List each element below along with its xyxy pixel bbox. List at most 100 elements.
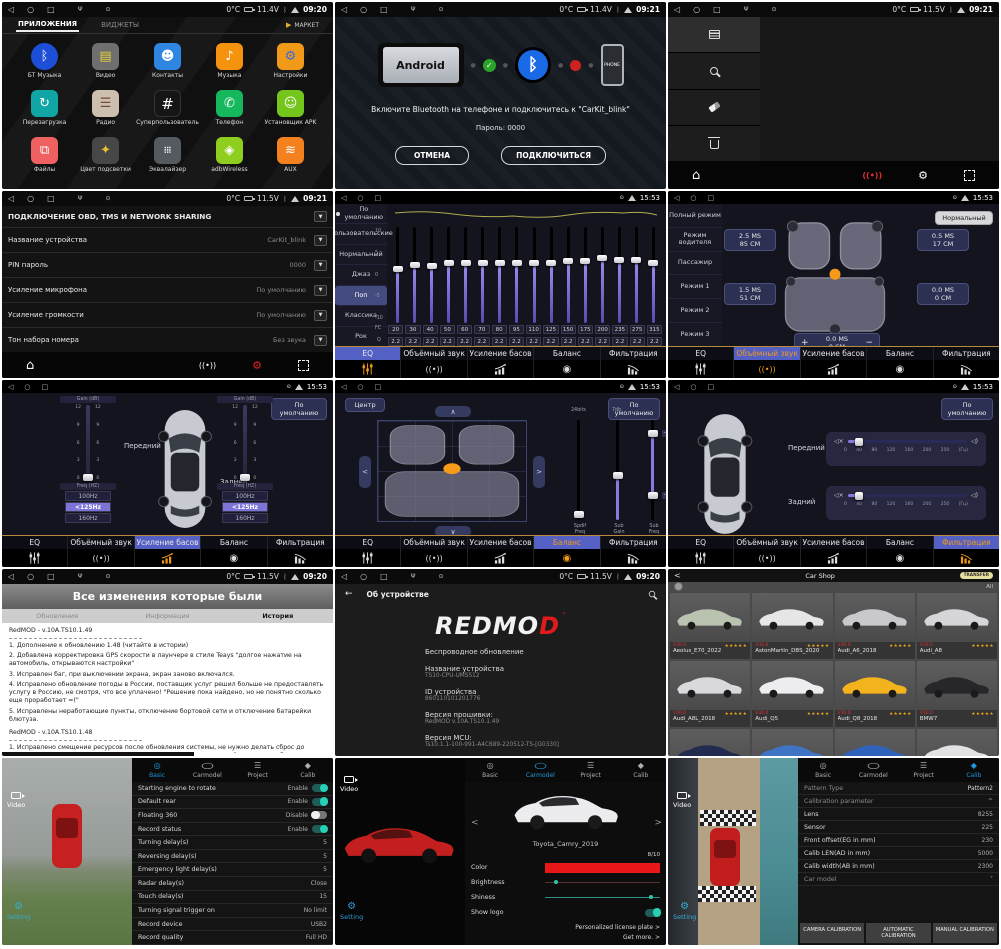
- eq-slider[interactable]: [389, 227, 406, 323]
- arrow-up-button[interactable]: ∧: [435, 406, 471, 417]
- car-card[interactable]: V30.0Audi_Q5★★★★★: [752, 661, 832, 727]
- car-card[interactable]: V30.0AstonMartin_DBS_2020★★★★★: [752, 593, 832, 659]
- tab-info[interactable]: Информация: [112, 612, 222, 620]
- eq-slider[interactable]: [423, 227, 440, 323]
- balance-icon[interactable]: ◉: [533, 549, 599, 567]
- transfer-button[interactable]: TRANSFER: [960, 572, 993, 579]
- surround-icon[interactable]: ((•)): [733, 549, 799, 567]
- changelog-body[interactable]: RedMOD - v.10A.TS10.1.49 1. Дополнение к…: [2, 623, 333, 753]
- settings-row[interactable]: Radar delay(s)Close: [132, 877, 333, 891]
- car-card[interactable]: V30.0Aeolus_E70_2022★★★★★: [670, 593, 750, 659]
- settings-row[interactable]: Calib LEN(AD in mm)5000: [798, 847, 999, 860]
- surround-icon[interactable]: ((•)): [733, 360, 799, 378]
- surround-icon[interactable]: ((•)): [400, 360, 466, 378]
- back-icon[interactable]: ◁: [674, 194, 679, 202]
- home-icon[interactable]: ○: [357, 383, 363, 391]
- eq-slider[interactable]: [440, 227, 457, 323]
- back-icon[interactable]: ◁: [8, 5, 14, 14]
- tab-carmodel[interactable]: ○Carmodel: [182, 761, 232, 779]
- settings-row[interactable]: Название устройстваCarKit_blink▼: [2, 228, 333, 253]
- tab-bass-filter[interactable]: Фильтрация басов: [933, 347, 999, 360]
- tab-project[interactable]: ☰Project: [233, 761, 283, 779]
- car-card[interactable]: [917, 729, 997, 756]
- app-contacts[interactable]: ☻Контакты: [136, 40, 199, 87]
- slider-track[interactable]: [848, 440, 967, 443]
- setting-overlay-button[interactable]: ⚙Setting: [340, 900, 363, 921]
- tab-surround[interactable]: Объёмный звук: [400, 347, 466, 360]
- home-button[interactable]: ⌂: [26, 358, 34, 373]
- settings-row[interactable]: Calibration parameter^: [798, 795, 999, 808]
- recents-icon[interactable]: □: [47, 5, 55, 14]
- connect-button[interactable]: ПОДКЛЮЧИТЬСЯ: [501, 146, 606, 165]
- back-icon[interactable]: ◁: [341, 383, 346, 391]
- license-plate-link[interactable]: Personalized license plate >: [575, 924, 660, 931]
- slider-handle[interactable]: [855, 438, 863, 446]
- bass-boost-icon[interactable]: [467, 360, 533, 378]
- settings-row[interactable]: Reversing delay(s)5: [132, 850, 333, 864]
- app-radio[interactable]: ☰Радио: [75, 87, 136, 134]
- settings-row[interactable]: Тон набора номераБез звука▼: [2, 328, 333, 353]
- tab-bass-boost[interactable]: Усиление басов: [467, 347, 533, 360]
- tab-balance[interactable]: Баланс: [866, 347, 932, 360]
- camera-calibration-button[interactable]: CAMERA CALIBRATION: [800, 923, 864, 943]
- bass-filter-icon[interactable]: [933, 549, 999, 567]
- bass-filter-icon[interactable]: [933, 360, 999, 378]
- slider-handle[interactable]: [574, 511, 584, 518]
- recents-icon[interactable]: □: [375, 194, 382, 202]
- slider-handle-high[interactable]: [648, 430, 658, 437]
- delay-front-left[interactable]: 2.5 MS85 CM: [724, 229, 776, 251]
- tab-apps[interactable]: ПРИЛОЖЕНИЯ: [16, 18, 79, 32]
- settings-row[interactable]: Turning delay(s)5: [132, 836, 333, 850]
- settings-row[interactable]: Pattern TypePattern2: [798, 782, 999, 795]
- dropdown-icon[interactable]: ▼: [314, 285, 327, 296]
- bass-filter-icon[interactable]: [600, 360, 666, 378]
- tab-calib[interactable]: ◆Calib: [949, 761, 999, 779]
- rear-gain-slider[interactable]: [243, 405, 247, 481]
- slider-track[interactable]: [848, 494, 967, 497]
- home-icon[interactable]: ○: [27, 194, 34, 203]
- back-icon[interactable]: ◁: [8, 194, 14, 203]
- settings-row[interactable]: Record qualityFull HD: [132, 931, 333, 945]
- eq-slider[interactable]: [594, 227, 611, 323]
- tab-eq[interactable]: EQ: [2, 536, 67, 549]
- back-icon[interactable]: ◁: [341, 194, 346, 202]
- settings-row[interactable]: Front offset(EG in mm)230: [798, 834, 999, 847]
- recents-icon[interactable]: □: [708, 194, 715, 202]
- slider-handle[interactable]: [554, 880, 558, 884]
- screenshot-button[interactable]: [964, 170, 975, 181]
- settings-row[interactable]: Усиление микрофонаПо умолчанию▼: [2, 278, 333, 303]
- eq-icon[interactable]: [668, 549, 733, 567]
- tab-bass-filter[interactable]: Фильтрация басов: [933, 536, 999, 549]
- tab-updates[interactable]: Обновления: [2, 612, 112, 620]
- front-filter-slider[interactable]: ◁× ◁) 04080120160200250(Гц): [826, 432, 986, 466]
- recents-icon[interactable]: □: [42, 383, 49, 391]
- slider-handle-low[interactable]: [648, 492, 658, 499]
- toggle-on[interactable]: [645, 909, 660, 917]
- back-icon[interactable]: ◁: [674, 383, 679, 391]
- eq-slider[interactable]: [406, 227, 423, 323]
- settings-button[interactable]: ⚙: [918, 169, 928, 182]
- settings-row[interactable]: Floating 360Disable: [132, 809, 333, 823]
- eq-icon[interactable]: [335, 360, 400, 378]
- minus-button[interactable]: −: [662, 430, 666, 437]
- settings-row[interactable]: Record deviceUSB2: [132, 918, 333, 932]
- mode-1[interactable]: Режим 1: [668, 275, 722, 299]
- tab-balance[interactable]: Баланс: [200, 536, 266, 549]
- tab-balance[interactable]: Баланс: [866, 536, 932, 549]
- tab-calib[interactable]: ◆Calib: [283, 761, 333, 779]
- get-more-link[interactable]: Get more. >: [623, 934, 660, 941]
- recents-icon[interactable]: □: [375, 383, 382, 391]
- front-gain-slider[interactable]: [86, 405, 90, 481]
- app-equalizer[interactable]: ᎒᎒᎒Эквалайзер: [136, 134, 199, 181]
- settings-row[interactable]: Lens8255: [798, 808, 999, 821]
- tool-delete-button[interactable]: [668, 126, 760, 161]
- default-button[interactable]: По умолчанию: [941, 398, 993, 420]
- recents-icon[interactable]: □: [380, 572, 388, 581]
- settings-row[interactable]: Record statusEnable: [132, 823, 333, 837]
- eq-slider[interactable]: [560, 227, 577, 323]
- surround-icon[interactable]: ((•)): [67, 549, 133, 567]
- back-arrow[interactable]: ←: [345, 589, 353, 599]
- bass-boost-icon[interactable]: [800, 549, 866, 567]
- settings-row[interactable]: Touch delay(s)15: [132, 891, 333, 905]
- back-icon[interactable]: ◁: [8, 383, 13, 391]
